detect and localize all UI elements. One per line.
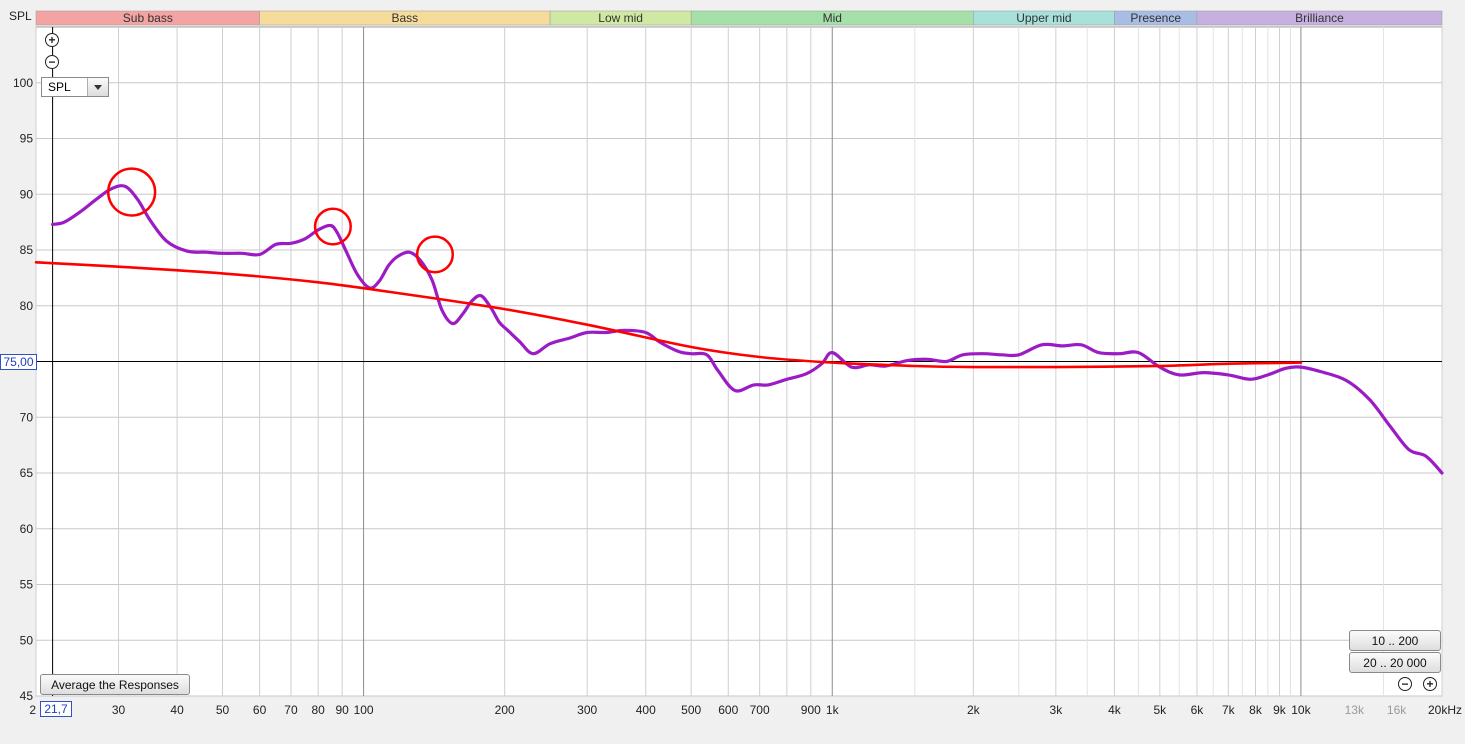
x-tick-label: 70 bbox=[284, 703, 298, 717]
x-tick-label: 300 bbox=[577, 703, 597, 717]
x-tick-label: 9k bbox=[1273, 703, 1287, 717]
y-tick-label: 45 bbox=[20, 689, 34, 703]
x-tick-label: 30 bbox=[112, 703, 126, 717]
x-tick-label: 20kHz bbox=[1428, 703, 1462, 717]
y-tick-label: 50 bbox=[20, 633, 34, 647]
x-tick-label: 40 bbox=[170, 703, 184, 717]
y-tick-label: 55 bbox=[20, 578, 34, 592]
x-tick-label: 600 bbox=[718, 703, 738, 717]
y-axis-title: SPL bbox=[9, 9, 32, 23]
x-cursor-value: 21,7 bbox=[40, 701, 72, 717]
zoom-in-x-icon[interactable]: + bbox=[1423, 677, 1437, 691]
zoom-out-x-icon[interactable]: − bbox=[1398, 677, 1412, 691]
range-10-200-button[interactable]: 10 .. 200 bbox=[1349, 630, 1441, 651]
chart-canvas[interactable]: Sub bass Bass Low mid Mid Upper mid Presence B… bbox=[0, 0, 1465, 744]
x-tick-label: 700 bbox=[750, 703, 770, 717]
measurement-type-select[interactable]: SPL bbox=[41, 77, 109, 97]
x-tick-label: 2k bbox=[967, 703, 981, 717]
x-tick-label: 2 bbox=[29, 703, 36, 717]
x-tick-label: 60 bbox=[253, 703, 267, 717]
x-tick-label: 200 bbox=[495, 703, 515, 717]
band-label: Brilliance bbox=[1295, 11, 1344, 25]
y-tick-label: 90 bbox=[20, 187, 34, 201]
x-tick-label: 100 bbox=[354, 703, 374, 717]
x-tick-labels: 2 30 40 50 60 70 80 90 100 200 300 400 500 600 700 900 1… bbox=[29, 703, 1462, 717]
x-tick-label: 6k bbox=[1191, 703, 1205, 717]
y-tick-label: 95 bbox=[20, 132, 34, 146]
x-tick-label: 400 bbox=[636, 703, 656, 717]
select-value: SPL bbox=[48, 80, 71, 94]
x-tick-label: 10k bbox=[1291, 703, 1311, 717]
frequency-band-bar: Sub bass Bass Low mid Mid Upper mid Presence B… bbox=[35, 10, 1443, 26]
y-tick-label: 100 bbox=[13, 76, 33, 90]
average-responses-button[interactable]: Average the Responses bbox=[40, 674, 190, 695]
y-tick-label: 70 bbox=[20, 410, 34, 424]
x-tick-label: 4k bbox=[1108, 703, 1122, 717]
x-tick-label: 16k bbox=[1387, 703, 1407, 717]
band-label: Low mid bbox=[598, 11, 643, 25]
band-label: Presence bbox=[1130, 11, 1181, 25]
x-tick-label: 7k bbox=[1222, 703, 1236, 717]
band-label: Sub bass bbox=[123, 11, 173, 25]
y-tick-label: 85 bbox=[20, 243, 34, 257]
band-label: Upper mid bbox=[1016, 11, 1071, 25]
x-tick-label: 90 bbox=[335, 703, 349, 717]
x-tick-label: 1k bbox=[826, 703, 840, 717]
x-tick-label: 500 bbox=[681, 703, 701, 717]
y-tick-label: 65 bbox=[20, 466, 34, 480]
y-tick-labels: 4550556065707580859095100 bbox=[13, 76, 33, 703]
y-cursor-value: 75,00 bbox=[0, 354, 37, 370]
x-tick-label: 50 bbox=[216, 703, 230, 717]
chevron-down-icon[interactable] bbox=[87, 78, 108, 96]
y-tick-label: 80 bbox=[20, 299, 34, 313]
x-tick-label: 8k bbox=[1249, 703, 1263, 717]
x-tick-label: 3k bbox=[1050, 703, 1064, 717]
x-tick-label: 13k bbox=[1345, 703, 1365, 717]
x-tick-label: 80 bbox=[311, 703, 325, 717]
x-tick-label: 5k bbox=[1153, 703, 1167, 717]
zoom-in-icon[interactable]: + bbox=[45, 33, 59, 47]
range-20-20000-button[interactable]: 20 .. 20 000 bbox=[1349, 652, 1441, 673]
x-tick-label: 900 bbox=[801, 703, 821, 717]
band-label: Mid bbox=[823, 11, 842, 25]
zoom-out-icon[interactable]: − bbox=[45, 55, 59, 69]
y-tick-label: 60 bbox=[20, 522, 34, 536]
band-label: Bass bbox=[392, 11, 419, 25]
